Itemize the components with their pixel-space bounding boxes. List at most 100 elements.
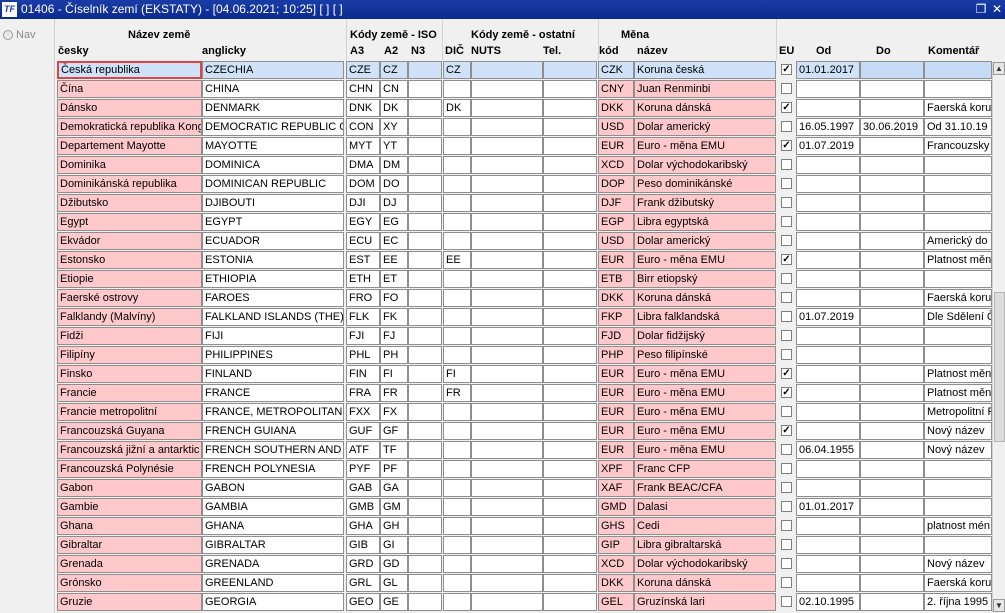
eu-checkbox[interactable] (781, 501, 792, 512)
cell-currency-name[interactable]: Libra egyptská (634, 213, 776, 231)
cell-do[interactable] (860, 156, 924, 174)
cell-nuts[interactable] (471, 498, 543, 516)
cell-dic[interactable] (443, 479, 471, 497)
cell-currency-name[interactable]: Euro - měna EMU (634, 403, 776, 421)
cell-tel[interactable] (543, 289, 597, 307)
cell-currency-name[interactable]: Juan Renminbi (634, 80, 776, 98)
eu-checkbox[interactable] (781, 178, 792, 189)
eu-checkbox[interactable] (781, 235, 792, 246)
cell-currency-name[interactable]: Euro - měna EMU (634, 137, 776, 155)
cell-dic[interactable] (443, 270, 471, 288)
cell-komentar[interactable] (924, 536, 992, 554)
cell-n3[interactable] (408, 194, 442, 212)
cell-dic[interactable] (443, 346, 471, 364)
cell-name-cz[interactable]: Gabon (57, 479, 202, 497)
cell-name-en[interactable]: FINLAND (202, 365, 344, 383)
cell-name-en[interactable]: CHINA (202, 80, 344, 98)
cell-a2[interactable]: FI (380, 365, 408, 383)
cell-a2[interactable]: GF (380, 422, 408, 440)
cell-a3[interactable]: PYF (346, 460, 380, 478)
cell-currency-name[interactable]: Frank BEAC/CFA (634, 479, 776, 497)
cell-name-en[interactable]: DJIBOUTI (202, 194, 344, 212)
cell-dic[interactable]: EE (443, 251, 471, 269)
cell-tel[interactable] (543, 99, 597, 117)
cell-nuts[interactable] (471, 327, 543, 345)
cell-tel[interactable] (543, 346, 597, 364)
cell-n3[interactable] (408, 289, 442, 307)
cell-dic[interactable] (443, 289, 471, 307)
cell-dic[interactable] (443, 593, 471, 611)
cell-komentar[interactable] (924, 327, 992, 345)
cell-dic[interactable] (443, 460, 471, 478)
cell-komentar[interactable] (924, 346, 992, 364)
cell-komentar[interactable]: Faerská koru (924, 289, 992, 307)
cell-nuts[interactable] (471, 574, 543, 592)
eu-checkbox[interactable] (781, 197, 792, 208)
cell-a2[interactable]: PH (380, 346, 408, 364)
cell-currency-code[interactable]: EUR (598, 403, 634, 421)
table-row[interactable]: Francie metropolitní FRANCE, METROPOLITAN… (55, 402, 992, 421)
restore-icon[interactable]: ❐ (974, 2, 988, 16)
cell-nuts[interactable] (471, 517, 543, 535)
cell-komentar[interactable]: Francouzsky (924, 137, 992, 155)
cell-currency-code[interactable]: DKK (598, 574, 634, 592)
cell-tel[interactable] (543, 555, 597, 573)
cell-a3[interactable]: EST (346, 251, 380, 269)
cell-name-cz[interactable]: Departement Mayotte (57, 137, 202, 155)
cell-currency-code[interactable]: XCD (598, 555, 634, 573)
cell-name-cz[interactable]: Francie metropolitní (57, 403, 202, 421)
eu-checkbox[interactable] (781, 292, 792, 303)
cell-komentar[interactable]: Nový název (924, 441, 992, 459)
table-row[interactable]: Fidži FIJI FJI FJ FJD Dolar fidžijský (55, 326, 992, 345)
cell-currency-code[interactable]: ETB (598, 270, 634, 288)
cell-n3[interactable] (408, 460, 442, 478)
cell-komentar[interactable]: Platnost měn (924, 251, 992, 269)
cell-nuts[interactable] (471, 308, 543, 326)
cell-tel[interactable] (543, 137, 597, 155)
cell-do[interactable] (860, 194, 924, 212)
cell-a2[interactable]: GD (380, 555, 408, 573)
vertical-scrollbar[interactable]: ▲ ▼ (992, 62, 1005, 613)
cell-komentar[interactable] (924, 460, 992, 478)
cell-od[interactable] (796, 327, 860, 345)
cell-n3[interactable] (408, 308, 442, 326)
cell-tel[interactable] (543, 479, 597, 497)
cell-od[interactable] (796, 194, 860, 212)
cell-a3[interactable]: GHA (346, 517, 380, 535)
cell-do[interactable] (860, 498, 924, 516)
cell-a3[interactable]: FIN (346, 365, 380, 383)
cell-n3[interactable] (408, 555, 442, 573)
cell-a3[interactable]: GMB (346, 498, 380, 516)
cell-od[interactable] (796, 270, 860, 288)
eu-checkbox[interactable] (781, 577, 792, 588)
cell-currency-code[interactable]: EUR (598, 422, 634, 440)
table-row[interactable]: Gambie GAMBIA GMB GM GMD Dalasi 01.01.2017 (55, 497, 992, 516)
cell-od[interactable] (796, 517, 860, 535)
cell-tel[interactable] (543, 517, 597, 535)
table-row[interactable]: Gibraltar GIBRALTAR GIB GI GIP Libra gibralta… (55, 535, 992, 554)
cell-do[interactable] (860, 422, 924, 440)
cell-od[interactable] (796, 403, 860, 421)
cell-currency-name[interactable]: Dolar východokaribský (634, 156, 776, 174)
cell-currency-name[interactable]: Franc CFP (634, 460, 776, 478)
cell-a2[interactable]: FX (380, 403, 408, 421)
cell-name-cz[interactable]: Francouzská jižní a antarktic (57, 441, 202, 459)
cell-dic[interactable] (443, 498, 471, 516)
cell-currency-code[interactable]: FKP (598, 308, 634, 326)
cell-nuts[interactable] (471, 194, 543, 212)
eu-checkbox[interactable] (781, 121, 792, 132)
cell-name-cz[interactable]: Dominika (57, 156, 202, 174)
cell-do[interactable] (860, 441, 924, 459)
cell-dic[interactable] (443, 156, 471, 174)
cell-tel[interactable] (543, 441, 597, 459)
cell-a3[interactable]: GRL (346, 574, 380, 592)
cell-od[interactable] (796, 422, 860, 440)
cell-a2[interactable]: EC (380, 232, 408, 250)
table-row[interactable]: Dánsko DENMARK DNK DK DK DKK Koruna dánská Faer… (55, 98, 992, 117)
cell-currency-code[interactable]: GHS (598, 517, 634, 535)
table-row[interactable]: Finsko FINLAND FIN FI FI EUR Euro - měna EMU Pl… (55, 364, 992, 383)
cell-nuts[interactable] (471, 593, 543, 611)
cell-komentar[interactable] (924, 80, 992, 98)
eu-checkbox[interactable]: ✓ (781, 387, 792, 398)
cell-dic[interactable] (443, 80, 471, 98)
